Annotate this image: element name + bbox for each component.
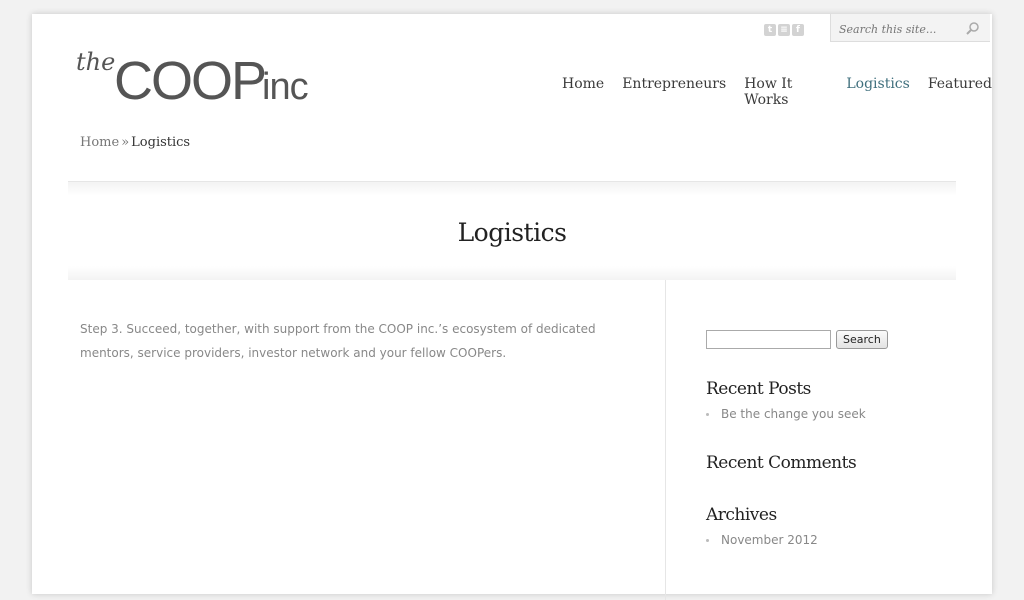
sidebar-search-button[interactable]: Search	[836, 330, 888, 349]
recent-comments-title: Recent Comments	[706, 453, 857, 473]
nav-entrepreneurs[interactable]: Entrepreneurs	[622, 76, 726, 108]
divider-shadow-bottom	[68, 266, 956, 280]
breadcrumb-separator: »	[121, 135, 130, 150]
page-title: Logistics	[457, 218, 567, 247]
breadcrumb-current: Logistics	[131, 135, 191, 150]
archives-title: Archives	[706, 505, 777, 525]
recent-posts-title: Recent Posts	[706, 379, 811, 399]
logo-inc: inc	[262, 66, 309, 108]
facebook-icon[interactable]: f	[792, 24, 804, 36]
breadcrumb: Home» Logistics	[80, 135, 190, 150]
social-icons: t ≡ f	[764, 24, 804, 36]
site-search-input[interactable]	[837, 18, 961, 40]
page-container: t ≡ f the COOP inc Home Entrepreneurs Ho…	[32, 14, 992, 600]
recent-posts-list: Be the change you seek	[706, 407, 956, 421]
recent-post-item[interactable]: Be the change you seek	[706, 407, 956, 421]
sidebar-divider	[665, 280, 666, 600]
logo-coop: COOP	[114, 51, 267, 111]
main-nav: Home Entrepreneurs How It Works Logistic…	[562, 76, 992, 108]
sidebar-search-input[interactable]	[706, 330, 831, 349]
sidebar-search: Search	[706, 330, 956, 349]
rss-icon[interactable]: ≡	[778, 24, 790, 36]
archives-list: November 2012	[706, 533, 956, 547]
content-text: Step 3. Succeed, together, with support …	[80, 322, 596, 360]
archive-item[interactable]: November 2012	[706, 533, 956, 547]
breadcrumb-home[interactable]: Home	[80, 135, 119, 150]
twitter-icon[interactable]: t	[764, 24, 776, 36]
nav-featured[interactable]: Featured	[928, 76, 992, 108]
nav-logistics[interactable]: Logistics	[846, 76, 909, 108]
nav-how-it-works[interactable]: How It Works	[744, 76, 828, 108]
search-icon[interactable]	[966, 20, 980, 39]
sidebar: Search Recent Posts Be the change you se…	[706, 330, 956, 547]
nav-home[interactable]: Home	[562, 76, 604, 108]
logo-the: the	[76, 48, 116, 76]
divider-shadow	[68, 182, 956, 196]
header-search	[830, 14, 990, 42]
